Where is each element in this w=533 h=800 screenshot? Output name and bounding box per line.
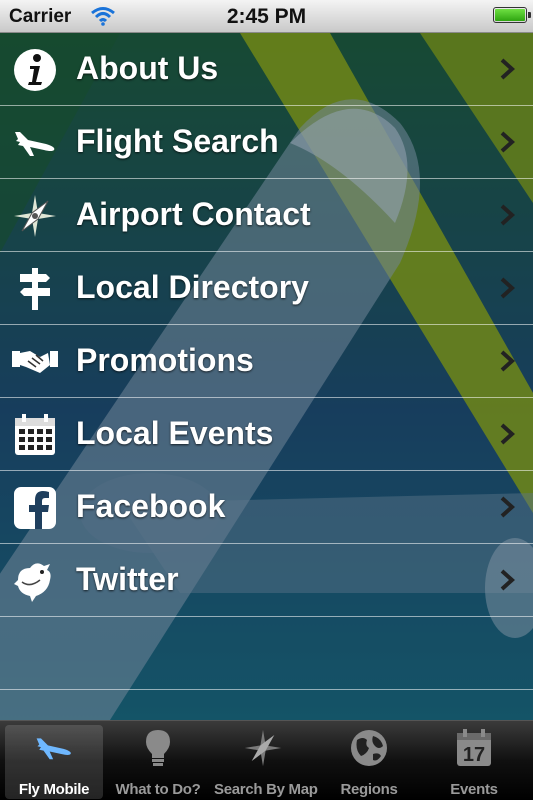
- facebook-icon: [12, 485, 58, 531]
- menu-item-label: Local Events: [76, 415, 274, 451]
- calendar-icon: 17: [454, 728, 494, 768]
- tab-label: What to Do?: [115, 781, 201, 798]
- menu-item-label: Promotions: [76, 342, 254, 378]
- lightbulb-icon: [138, 728, 178, 768]
- chevron-right-icon: [499, 57, 515, 81]
- handshake-icon: [12, 339, 58, 385]
- menu-item-label: Flight Search: [76, 123, 279, 159]
- tab-fly-mobile[interactable]: Fly Mobile: [5, 725, 103, 799]
- menu-item-label: About Us: [76, 50, 219, 86]
- chevron-right-icon: [499, 276, 515, 300]
- tab-what-to-do[interactable]: What to Do?: [109, 725, 207, 799]
- tab-search-by-map[interactable]: Search By Map: [214, 725, 318, 799]
- menu-item-facebook[interactable]: Facebook: [0, 471, 533, 544]
- menu-item-label: Twitter: [76, 561, 179, 597]
- compass-icon: [243, 728, 283, 768]
- tab-bar: Fly Mobile What to Do? Search By Map Reg…: [0, 720, 533, 800]
- twitter-bird-icon: [12, 558, 58, 604]
- airplane-icon: [12, 120, 58, 166]
- tab-regions[interactable]: Regions: [320, 725, 418, 799]
- menu-item-flight-search[interactable]: Flight Search: [0, 106, 533, 179]
- menu-item-about-us[interactable]: About Us: [0, 33, 533, 106]
- info-icon: [12, 47, 58, 93]
- status-bar: Carrier 2:45 PM: [0, 0, 533, 33]
- main-menu: About Us Flight Search Airport Contact L…: [0, 33, 533, 690]
- chevron-right-icon: [499, 349, 515, 373]
- battery-icon: [493, 7, 531, 23]
- tab-label: Events: [450, 781, 498, 798]
- tab-label: Fly Mobile: [18, 781, 90, 798]
- menu-item-twitter[interactable]: Twitter: [0, 544, 533, 617]
- menu-item-airport-contact[interactable]: Airport Contact: [0, 179, 533, 252]
- tab-label: Regions: [340, 781, 398, 798]
- globe-icon: [349, 728, 389, 768]
- airplane-icon: [34, 728, 74, 768]
- tab-events[interactable]: 17 Events: [425, 725, 523, 799]
- clock: 2:45 PM: [226, 5, 307, 28]
- chevron-right-icon: [499, 422, 515, 446]
- signpost-icon: [12, 266, 58, 312]
- app-screen: Carrier 2:45 PM About Us Flight Search A…: [0, 0, 533, 800]
- calendar-icon: [12, 412, 58, 458]
- empty-row: [0, 617, 533, 690]
- compass-icon: [12, 193, 58, 239]
- chevron-right-icon: [499, 568, 515, 592]
- calendar-date: 17: [463, 744, 485, 766]
- menu-item-local-events[interactable]: Local Events: [0, 398, 533, 471]
- menu-item-label: Local Directory: [76, 269, 309, 305]
- tab-label: Search By Map: [214, 781, 318, 798]
- menu-item-label: Airport Contact: [76, 196, 311, 232]
- chevron-right-icon: [499, 130, 515, 154]
- menu-item-local-directory[interactable]: Local Directory: [0, 252, 533, 325]
- menu-item-label: Facebook: [76, 488, 226, 524]
- menu-item-promotions[interactable]: Promotions: [0, 325, 533, 398]
- chevron-right-icon: [499, 495, 515, 519]
- chevron-right-icon: [499, 203, 515, 227]
